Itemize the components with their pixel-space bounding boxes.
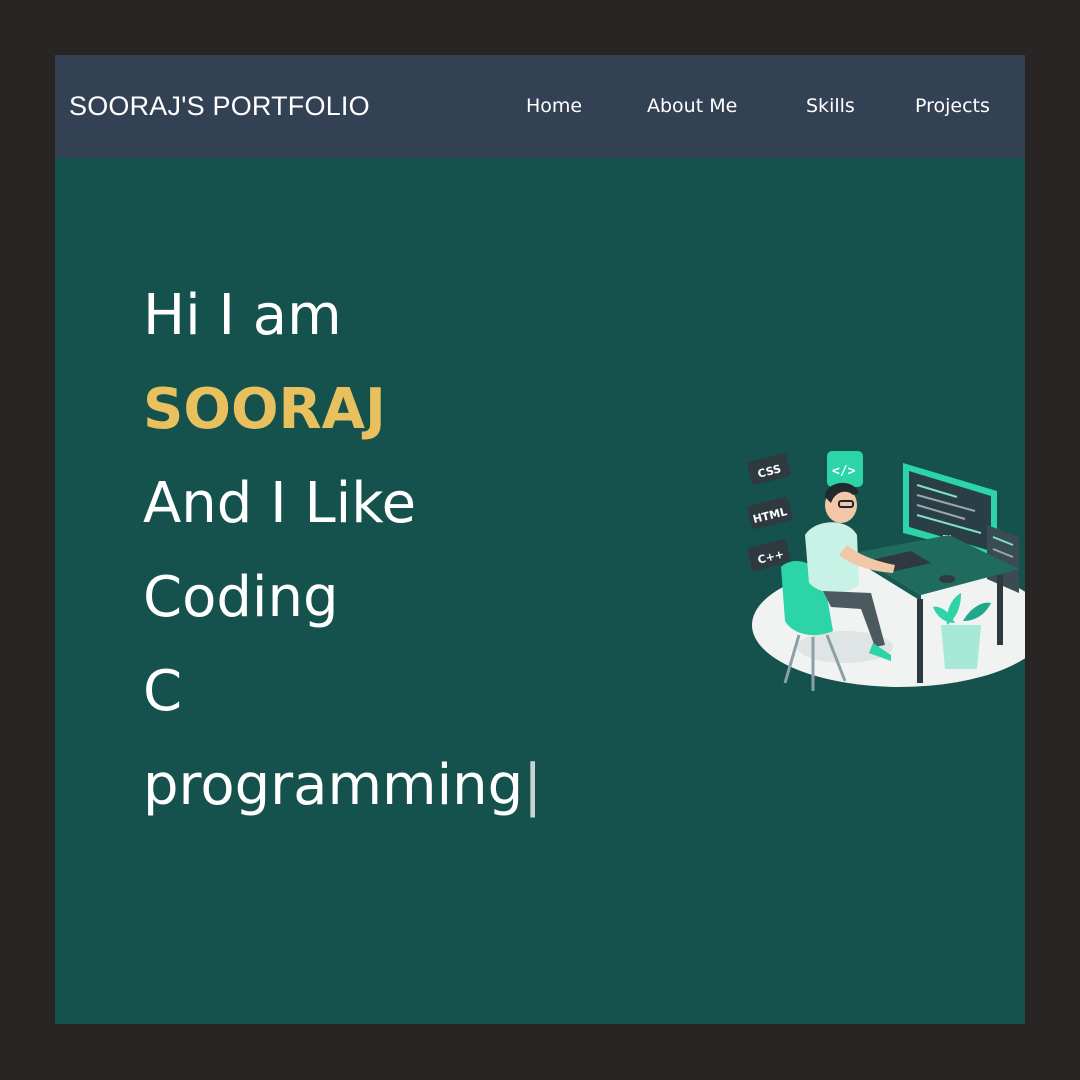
developer-at-desk-illustration: CSS HTML C++ </>	[747, 451, 1025, 691]
greeting-text: Hi I am	[143, 283, 342, 348]
hero-name: SOORAJ	[143, 377, 386, 442]
nav-link-skills[interactable]: Skills	[806, 55, 855, 158]
portfolio-page: SOORAJ'S PORTFOLIO Home About Me Skills …	[55, 55, 1025, 1024]
svg-text:</>: </>	[832, 464, 856, 479]
navbar: SOORAJ'S PORTFOLIO Home About Me Skills …	[55, 55, 1025, 158]
hero-line-and-i-like: And I Like	[143, 471, 417, 536]
hero-intro: Hi I am SOORAJ And I Like Coding C progr…	[143, 269, 542, 833]
typing-cursor: |	[523, 753, 543, 818]
typed-text: programming	[143, 753, 524, 818]
typewriter-line: programming|	[143, 739, 542, 833]
html-tag-icon: HTML	[747, 496, 793, 530]
css-tag-icon: CSS	[747, 453, 791, 485]
hero-line-c: C	[143, 659, 183, 724]
nav-link-about-me[interactable]: About Me	[647, 55, 737, 158]
nav-links: Home About Me Skills Projects	[55, 55, 1025, 158]
nav-link-home[interactable]: Home	[526, 55, 582, 158]
hero-line-coding: Coding	[143, 565, 339, 630]
nav-link-projects[interactable]: Projects	[915, 55, 990, 158]
